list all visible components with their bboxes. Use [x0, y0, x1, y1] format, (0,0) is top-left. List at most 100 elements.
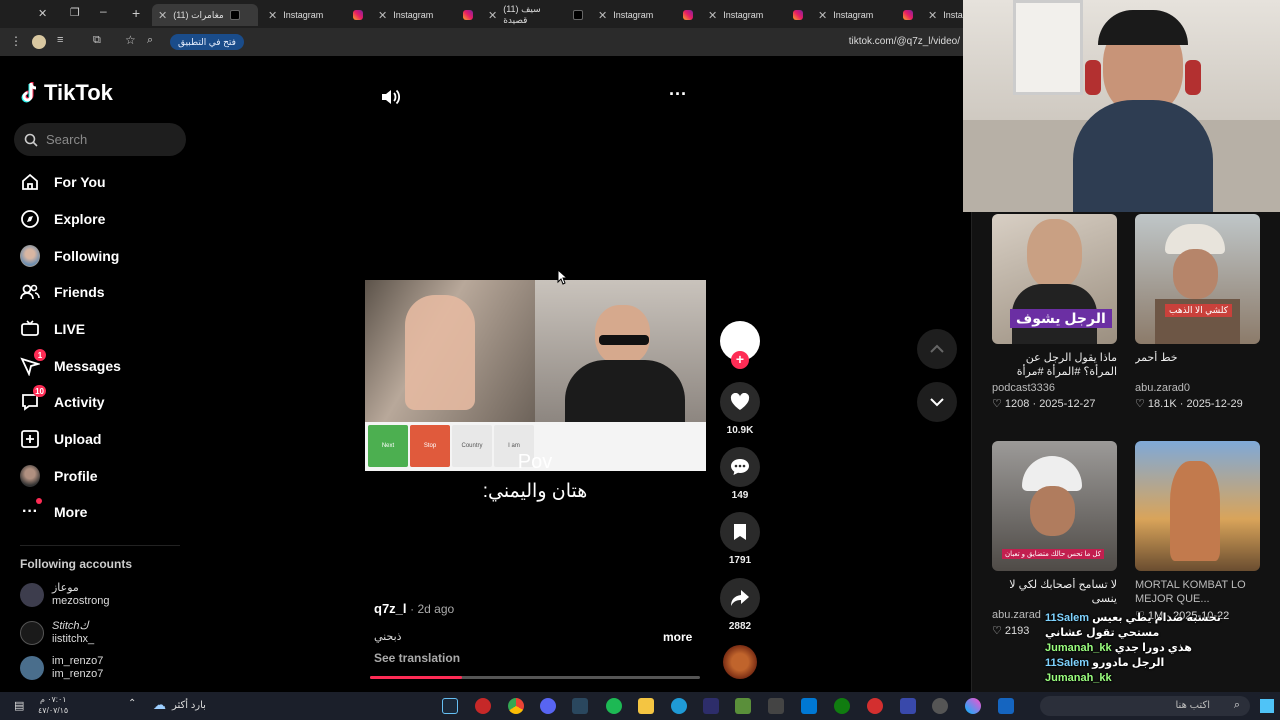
video-progress-bar[interactable]	[370, 676, 700, 679]
recommended-card[interactable]: كلشي الا الذهب خط أحمر abu.zarad0 ♡ 18.1…	[1135, 214, 1260, 410]
nav-following[interactable]: Following	[20, 244, 119, 268]
comment-button[interactable]: 149	[720, 447, 760, 501]
zoom-icon[interactable]: ⌕	[147, 34, 153, 47]
windows-start-icon[interactable]	[1260, 699, 1274, 713]
taskbar-time[interactable]: ٠٧:٠١ م	[40, 695, 67, 704]
author-avatar-button[interactable]: +	[720, 321, 760, 369]
previous-video-button[interactable]	[917, 329, 957, 369]
open-in-app-button[interactable]: فتح في التطبيق	[170, 34, 244, 50]
search-input[interactable]: Search	[14, 123, 186, 156]
tab-1[interactable]: ✕ Instagram	[268, 4, 368, 26]
share-button[interactable]: 2882	[720, 578, 760, 632]
app-icon[interactable]	[768, 698, 784, 714]
new-tab-icon[interactable]: +	[132, 5, 140, 21]
app-icon[interactable]	[998, 698, 1014, 714]
search-placeholder: Search	[46, 132, 88, 147]
url-text[interactable]: tiktok.com/@q7z_l/video/	[849, 36, 960, 47]
extensions-icon[interactable]: ⧉	[93, 34, 101, 47]
close-tab-icon[interactable]: ✕	[598, 9, 607, 22]
recommended-card[interactable]: الرجل يشوف ماذا يقول الرجل عن المرأة؟ #ا…	[992, 214, 1117, 410]
account-item[interactable]: Stitchك iistitchx_	[20, 620, 94, 646]
card-author[interactable]: abu.zarad0	[1135, 382, 1260, 394]
tab-title: (11) مغامرات	[173, 9, 224, 20]
nav-upload[interactable]: Upload	[20, 427, 101, 451]
bookmark-star-icon[interactable]: ☆	[125, 33, 136, 47]
tab-3[interactable]: ✕ (11) سيف قصيدة	[488, 4, 588, 26]
nav-explore[interactable]: Explore	[20, 207, 105, 231]
profile-avatar-icon[interactable]	[32, 35, 46, 49]
tab-6[interactable]: ✕ Instagram	[818, 4, 918, 26]
steam-icon[interactable]	[572, 698, 588, 714]
app-icon[interactable]	[867, 698, 883, 714]
reading-list-icon[interactable]: ≡	[57, 34, 63, 46]
tray-arrow-icon[interactable]: ⌃	[128, 698, 136, 709]
account-item[interactable]: موعاز mezostrong	[20, 582, 109, 608]
video-player[interactable]: Next Stop Country I am	[365, 280, 706, 471]
copilot-icon[interactable]	[965, 698, 981, 714]
close-tab-icon[interactable]: ✕	[268, 9, 277, 22]
music-disc-icon	[723, 645, 757, 679]
see-translation-link[interactable]: See translation	[374, 651, 460, 665]
more-options-icon[interactable]: ···	[669, 84, 687, 105]
comment-count: 149	[731, 490, 749, 501]
chat-message: Jumanah_kk هذي دورا جدي	[1045, 641, 1265, 656]
account-handle: mezostrong	[52, 595, 110, 607]
minecraft-icon[interactable]	[735, 698, 751, 714]
recommended-card[interactable]: MORTAL KOMBAT LO MEJOR QUE... ♡ 1M · 202…	[1135, 441, 1260, 622]
taskbar-search[interactable]: اكتب هنا ⌕	[1040, 696, 1250, 716]
video-author[interactable]: q7z_l · 2d ago	[374, 601, 454, 616]
volume-icon[interactable]	[380, 87, 402, 112]
like-button[interactable]: 10.9K	[720, 382, 760, 436]
nav-activity[interactable]: 10 Activity	[20, 385, 105, 414]
follow-plus-icon[interactable]: +	[731, 351, 749, 369]
video-country-label: Country	[452, 425, 492, 467]
app-icon[interactable]	[703, 698, 719, 714]
notification-icon[interactable]: ▤	[14, 699, 24, 712]
tab-4[interactable]: ✕ Instagram	[598, 4, 698, 26]
steam-icon[interactable]	[442, 698, 458, 714]
tab-2[interactable]: ✕ Instagram	[378, 4, 478, 26]
xbox-icon[interactable]	[834, 698, 850, 714]
recommended-card[interactable]: كل ما تحس حالك متضايق و تعبان لا تسامح أ…	[992, 441, 1117, 637]
search-icon	[24, 133, 38, 147]
discord-icon[interactable]	[540, 698, 556, 714]
close-tab-icon[interactable]: ✕	[158, 9, 167, 22]
close-tab-icon[interactable]: ✕	[378, 9, 387, 22]
folder-icon[interactable]	[638, 698, 654, 714]
restore-window-icon[interactable]: ❐	[70, 6, 80, 19]
close-tab-icon[interactable]: ✕	[708, 9, 717, 22]
card-author[interactable]: podcast3336	[992, 382, 1117, 394]
avatar	[20, 656, 44, 680]
app-icon[interactable]	[900, 698, 916, 714]
edge-icon[interactable]	[671, 698, 687, 714]
close-window-icon[interactable]: ✕	[38, 7, 47, 20]
next-video-button[interactable]	[917, 382, 957, 422]
nav-live[interactable]: LIVE	[20, 317, 85, 341]
taskbar-date[interactable]: ٤٧/٠٧/١٥	[38, 706, 68, 715]
nav-more[interactable]: ··· More	[20, 498, 87, 524]
nav-for-you[interactable]: For You	[20, 170, 106, 194]
spotify-icon[interactable]	[606, 698, 622, 714]
close-tab-icon[interactable]: ✕	[488, 9, 497, 22]
save-button[interactable]: 1791	[720, 512, 760, 566]
weather-text[interactable]: بارد أكثر	[172, 700, 206, 711]
nav-messages[interactable]: 1 Messages	[20, 349, 121, 378]
minimize-window-icon[interactable]: –	[100, 4, 107, 18]
close-tab-icon[interactable]: ✕	[928, 9, 937, 22]
tab-5[interactable]: ✕ Instagram	[708, 4, 808, 26]
description-more-link[interactable]: more	[663, 630, 692, 644]
menu-dots-icon[interactable]: ⋮	[10, 34, 22, 48]
music-disc-button[interactable]	[720, 645, 760, 679]
chrome-icon[interactable]	[508, 698, 524, 714]
account-item[interactable]: im_renzo7 im_renzo7	[20, 655, 103, 681]
nav-profile[interactable]: Profile	[20, 464, 98, 488]
settings-icon[interactable]	[932, 698, 948, 714]
red-app-icon[interactable]	[475, 698, 491, 714]
close-tab-icon[interactable]: ✕	[818, 9, 827, 22]
nav-friends[interactable]: Friends	[20, 280, 105, 304]
tab-7[interactable]: ✕ Insta	[928, 4, 964, 26]
tab-0[interactable]: ✕ (11) مغامرات	[152, 4, 258, 26]
tiktok-logo[interactable]: TikTok	[20, 80, 113, 106]
store-icon[interactable]	[801, 698, 817, 714]
friends-icon	[20, 282, 40, 302]
